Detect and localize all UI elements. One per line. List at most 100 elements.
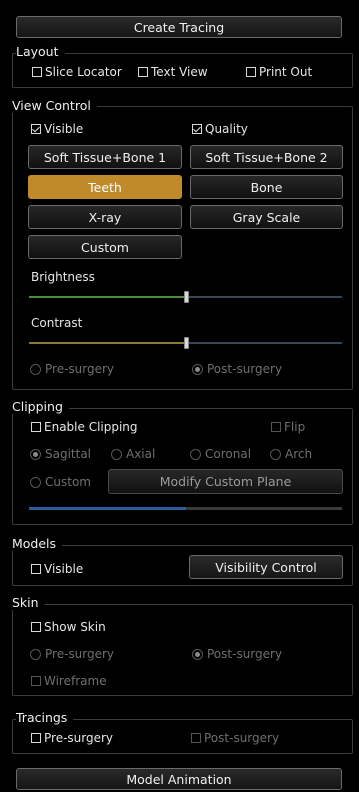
models-title: Models bbox=[12, 536, 63, 551]
text-view-checkbox[interactable]: Text View bbox=[138, 65, 208, 79]
skin-title: Skin bbox=[12, 595, 45, 610]
tracings-pre-surgery-box[interactable] bbox=[31, 733, 41, 743]
coronal-label: Coronal bbox=[205, 447, 252, 461]
custom-plane-radio[interactable]: Custom bbox=[30, 475, 91, 489]
models-visible-checkbox[interactable]: Visible bbox=[31, 562, 83, 576]
custom-view-button[interactable]: Custom bbox=[28, 235, 182, 259]
brightness-fill bbox=[29, 296, 186, 298]
clipping-progress-bar bbox=[29, 507, 342, 510]
xray-button[interactable]: X-ray bbox=[28, 205, 182, 229]
view-post-surgery-label: Post-surgery bbox=[207, 362, 283, 376]
flip-checkbox[interactable]: Flip bbox=[271, 420, 305, 434]
print-out-label: Print Out bbox=[259, 65, 313, 79]
modify-custom-plane-button[interactable]: Modify Custom Plane bbox=[108, 469, 343, 494]
model-animation-label: Model Animation bbox=[126, 771, 232, 787]
wireframe-label: Wireframe bbox=[44, 674, 107, 688]
skin-post-surgery-label: Post-surgery bbox=[207, 647, 283, 661]
print-out-checkbox[interactable]: Print Out bbox=[246, 65, 312, 79]
print-out-box[interactable] bbox=[246, 67, 256, 77]
visibility-control-button[interactable]: Visibility Control bbox=[189, 555, 343, 579]
modify-custom-plane-label: Modify Custom Plane bbox=[159, 474, 292, 489]
brightness-label: Brightness bbox=[31, 270, 95, 284]
slice-locator-box[interactable] bbox=[32, 67, 42, 77]
tracings-post-surgery-label: Post-surgery bbox=[204, 731, 280, 745]
show-skin-label: Show Skin bbox=[44, 620, 106, 634]
tracings-title: Tracings bbox=[16, 710, 74, 725]
view-post-surgery-dot[interactable] bbox=[192, 363, 203, 375]
flip-label: Flip bbox=[284, 420, 306, 434]
models-visible-label: Visible bbox=[44, 562, 84, 576]
skin-post-surgery-dot[interactable] bbox=[192, 648, 203, 660]
coronal-dot[interactable] bbox=[190, 448, 201, 460]
custom-plane-dot[interactable] bbox=[30, 476, 41, 488]
visible-checkbox[interactable]: Visible bbox=[31, 122, 83, 136]
sagittal-radio[interactable]: Sagittal bbox=[30, 447, 91, 461]
gray-scale-button[interactable]: Gray Scale bbox=[190, 205, 343, 229]
clipping-title: Clipping bbox=[12, 399, 69, 414]
visible-label: Visible bbox=[44, 122, 84, 136]
bone-label: Bone bbox=[250, 179, 283, 195]
wireframe-box[interactable] bbox=[31, 676, 41, 686]
tracings-pre-surgery-checkbox[interactable]: Pre-surgery bbox=[31, 731, 113, 745]
soft-tissue-bone-1-label: Soft Tissue+Bone 1 bbox=[43, 149, 167, 165]
slice-locator-label: Slice Locator bbox=[45, 65, 122, 79]
teeth-label: Teeth bbox=[88, 179, 122, 195]
quality-checkbox[interactable]: Quality bbox=[192, 122, 248, 136]
gray-scale-label: Gray Scale bbox=[232, 209, 301, 225]
create-tracing-button[interactable]: Create Tracing bbox=[16, 16, 342, 38]
text-view-label: Text View bbox=[151, 65, 208, 79]
tracings-post-surgery-box[interactable] bbox=[191, 733, 201, 743]
bone-button[interactable]: Bone bbox=[190, 175, 343, 199]
wireframe-checkbox[interactable]: Wireframe bbox=[31, 674, 107, 688]
skin-pre-surgery-label: Pre-surgery bbox=[45, 647, 115, 661]
soft-tissue-bone-2-label: Soft Tissue+Bone 2 bbox=[205, 149, 328, 165]
quality-box[interactable] bbox=[192, 124, 202, 134]
quality-label: Quality bbox=[205, 122, 248, 136]
visibility-control-label: Visibility Control bbox=[215, 559, 317, 575]
custom-view-label: Custom bbox=[81, 239, 129, 255]
text-view-box[interactable] bbox=[138, 67, 148, 77]
sagittal-dot[interactable] bbox=[30, 448, 41, 460]
contrast-fill bbox=[29, 342, 186, 344]
arch-dot[interactable] bbox=[270, 448, 281, 460]
custom-plane-label: Custom bbox=[45, 475, 91, 489]
skin-pre-surgery-dot[interactable] bbox=[30, 648, 41, 660]
slice-locator-checkbox[interactable]: Slice Locator bbox=[32, 65, 122, 79]
clipping-progress-fill bbox=[29, 507, 186, 510]
layout-title: Layout bbox=[16, 44, 65, 59]
view-pre-surgery-label: Pre-surgery bbox=[45, 362, 115, 376]
view-pre-surgery-radio[interactable]: Pre-surgery bbox=[30, 362, 114, 376]
model-animation-button[interactable]: Model Animation bbox=[16, 768, 342, 790]
axial-dot[interactable] bbox=[111, 448, 122, 460]
visible-box[interactable] bbox=[31, 124, 41, 134]
axial-radio[interactable]: Axial bbox=[111, 447, 155, 461]
tracings-post-surgery-checkbox[interactable]: Post-surgery bbox=[191, 731, 279, 745]
teeth-button[interactable]: Teeth bbox=[28, 175, 182, 199]
view-post-surgery-radio[interactable]: Post-surgery bbox=[192, 362, 282, 376]
coronal-radio[interactable]: Coronal bbox=[190, 447, 251, 461]
flip-box[interactable] bbox=[271, 422, 281, 432]
show-skin-checkbox[interactable]: Show Skin bbox=[31, 620, 106, 634]
arch-radio[interactable]: Arch bbox=[270, 447, 312, 461]
create-tracing-label: Create Tracing bbox=[133, 19, 225, 35]
sagittal-label: Sagittal bbox=[45, 447, 92, 461]
contrast-thumb[interactable] bbox=[183, 337, 189, 349]
enable-clipping-label: Enable Clipping bbox=[44, 420, 138, 434]
enable-clipping-box[interactable] bbox=[31, 422, 41, 432]
show-skin-box[interactable] bbox=[31, 622, 41, 632]
brightness-thumb[interactable] bbox=[183, 291, 189, 303]
axial-label: Axial bbox=[126, 447, 156, 461]
tracings-pre-surgery-label: Pre-surgery bbox=[44, 731, 114, 745]
soft-tissue-bone-2-button[interactable]: Soft Tissue+Bone 2 bbox=[190, 145, 343, 169]
skin-post-surgery-radio[interactable]: Post-surgery bbox=[192, 647, 282, 661]
contrast-label: Contrast bbox=[31, 316, 83, 330]
arch-label: Arch bbox=[285, 447, 313, 461]
contrast-slider[interactable] bbox=[29, 336, 342, 350]
view-pre-surgery-dot[interactable] bbox=[30, 363, 41, 375]
view-control-title: View Control bbox=[12, 98, 97, 113]
skin-pre-surgery-radio[interactable]: Pre-surgery bbox=[30, 647, 114, 661]
models-visible-box[interactable] bbox=[31, 564, 41, 574]
soft-tissue-bone-1-button[interactable]: Soft Tissue+Bone 1 bbox=[28, 145, 182, 169]
enable-clipping-checkbox[interactable]: Enable Clipping bbox=[31, 420, 138, 434]
brightness-slider[interactable] bbox=[29, 290, 342, 304]
